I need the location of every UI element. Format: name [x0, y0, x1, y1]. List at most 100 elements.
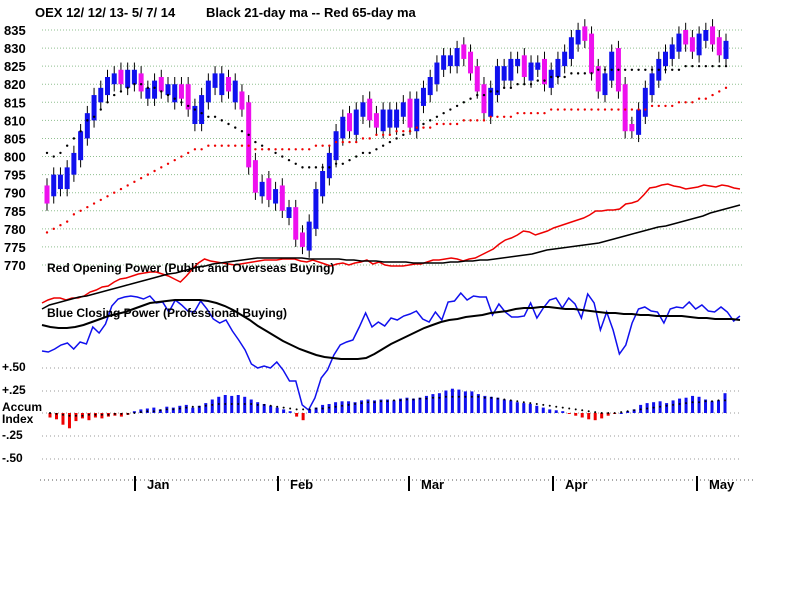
ma21-dot: [449, 108, 452, 111]
ma65-dot: [86, 205, 89, 209]
ma21-dot: [207, 115, 210, 118]
ma65-dot: [267, 148, 271, 151]
accum-bar: [463, 391, 467, 413]
ma21-dot: [86, 119, 89, 122]
candle-up: [333, 131, 339, 161]
ma21-dot: [45, 151, 49, 155]
ma65-dot: [402, 130, 405, 133]
candle-down: [716, 37, 722, 56]
accum-ma-dot: [639, 408, 642, 411]
ma21-dot: [610, 68, 613, 71]
ma21-dot: [348, 158, 351, 162]
ma65-dot: [153, 169, 156, 173]
ma21-dot: [496, 90, 499, 93]
ma65-dot: [160, 166, 163, 169]
ma21-dot: [402, 133, 405, 137]
ma21-dot: [294, 162, 297, 165]
accum-ma-dot: [542, 403, 545, 406]
accum-ma-dot: [386, 400, 389, 403]
ma21-dot: [455, 104, 459, 108]
ma21-dot: [72, 137, 76, 140]
accum-ma-dot: [665, 404, 668, 407]
ma65-dot: [45, 231, 49, 234]
accum-bar: [502, 399, 506, 413]
candle-down: [521, 55, 527, 77]
ma65-dot: [200, 148, 203, 151]
ma65-dot: [341, 140, 345, 144]
accum-bar: [210, 399, 214, 413]
ma65-dot: [442, 122, 445, 126]
candle-up: [662, 51, 668, 67]
accum-ma-dot: [548, 404, 551, 407]
accum-ma-dot: [243, 403, 246, 405]
accum-ma-dot: [380, 400, 383, 403]
ma65-dot: [516, 111, 519, 115]
price-tick-label: 775: [4, 240, 26, 255]
ma21-dot: [314, 166, 318, 169]
candle-down: [138, 73, 144, 92]
ma65-dot: [697, 97, 701, 100]
candle-up: [199, 95, 205, 124]
ma65-dot: [408, 130, 412, 133]
ma21-dot: [428, 119, 432, 122]
accum-ma-dot: [256, 403, 259, 406]
candle-up: [602, 73, 608, 96]
ma21-dot: [489, 90, 492, 93]
ma21-dot: [213, 115, 217, 118]
power-lines: [41, 183, 741, 412]
candle-up: [380, 109, 386, 132]
candle-down: [710, 26, 716, 45]
ma65-dot: [59, 224, 62, 227]
candle-down: [347, 113, 353, 132]
candle-down: [373, 113, 379, 128]
accum-ma-dot: [133, 412, 136, 414]
candle-down: [252, 160, 258, 193]
ma65-dot: [677, 101, 681, 104]
candle-down: [683, 30, 689, 45]
ma65-dot: [556, 108, 560, 111]
ma21-dot: [556, 75, 560, 79]
accum-bar: [249, 399, 253, 413]
candle-up: [528, 62, 534, 81]
ma21-dot: [59, 151, 62, 155]
accum-bar: [509, 400, 513, 413]
ma65-dot: [314, 144, 318, 147]
ma65-dot: [388, 133, 392, 137]
ma21-dot: [193, 108, 197, 111]
ma21-dot: [173, 97, 176, 100]
accum-ma-dot: [581, 409, 584, 412]
accum-bar: [340, 401, 344, 413]
ma65-dot: [563, 108, 566, 111]
accum-ma-dot: [74, 414, 77, 417]
ma65-dot: [583, 108, 587, 111]
candle-up: [125, 69, 131, 88]
ma21-dot: [583, 72, 587, 75]
accum-ma-dot: [61, 413, 64, 416]
candle-up: [98, 87, 104, 103]
oex-chart: 835 830 825 820 815 810 805 800 795 790 785 780 775 7…: [2, 5, 755, 492]
accum-ma-dot: [113, 412, 116, 415]
ma21-dot: [697, 64, 701, 68]
month-label: Jan: [147, 477, 169, 492]
ma65-dot: [287, 148, 291, 151]
ma21-dot: [281, 155, 284, 158]
ma21-dot: [126, 86, 129, 90]
ma65-dot: [52, 227, 55, 231]
accum-ma-dot: [522, 401, 525, 404]
ma21-dot: [381, 144, 385, 147]
ma65-dot: [220, 144, 223, 147]
accum-bar: [288, 411, 292, 413]
candle-down: [44, 185, 50, 204]
accum-ma-dot: [185, 406, 188, 409]
accum-bar: [574, 413, 578, 416]
ma21-dot: [106, 101, 109, 104]
ma65-dot: [99, 198, 102, 202]
accum-ma-dot: [477, 395, 480, 398]
candle-down: [629, 124, 635, 132]
candle-up: [360, 102, 366, 117]
accum-bar: [489, 396, 493, 413]
accum-bar: [295, 413, 299, 417]
candle-down: [461, 44, 467, 59]
accum-ma-dot: [250, 403, 253, 405]
accum-ma-dot: [535, 403, 538, 405]
